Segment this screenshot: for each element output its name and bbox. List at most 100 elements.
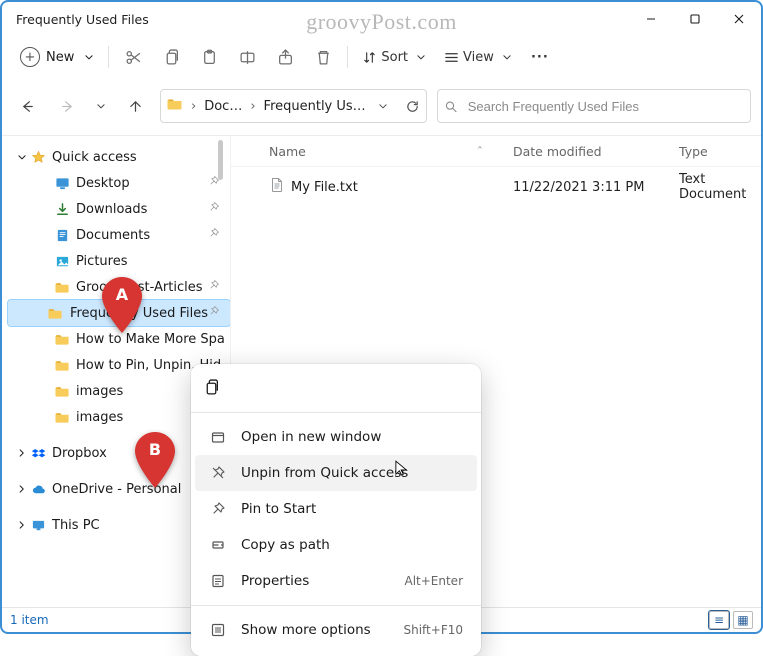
large-icons-view-icon[interactable]: ▦ — [733, 611, 753, 629]
details-view-icon[interactable]: ≡ — [709, 611, 729, 629]
delete-button[interactable] — [305, 42, 341, 72]
sidebar-item-label: images — [76, 410, 123, 425]
address-bar[interactable]: › Doc… › Frequently Us… — [160, 89, 427, 123]
sidebar-item-downloads[interactable]: Downloads — [32, 196, 230, 222]
ctx-shortcut: Alt+Enter — [404, 574, 463, 588]
status-view-icons[interactable]: ≡ ▦ — [709, 611, 753, 629]
pictures-icon — [54, 253, 70, 269]
breadcrumb-seg[interactable]: Frequently Us… — [264, 99, 366, 114]
file-date: 11/22/2021 3:11 PM — [513, 180, 679, 195]
breadcrumb-sep: › — [191, 99, 196, 114]
ctx-item-label: Unpin from Quick access — [241, 465, 408, 481]
sidebar-item-documents[interactable]: Documents — [32, 222, 230, 248]
share-button[interactable] — [267, 42, 303, 72]
ctx-unpin-quick-access[interactable]: Unpin from Quick access — [195, 455, 477, 491]
arrow-up-icon — [128, 99, 143, 114]
folder-icon — [54, 279, 70, 295]
chevron-down-icon — [84, 52, 94, 62]
sidebar-item-label: How to Make More Spa — [76, 332, 225, 347]
new-button[interactable]: + New — [12, 42, 102, 72]
recent-locations-button[interactable] — [92, 91, 110, 121]
sidebar-item-label: Documents — [76, 228, 150, 243]
col-date-label: Date modified — [513, 144, 602, 159]
sidebar-item-pictures[interactable]: Pictures — [32, 248, 230, 274]
column-headers[interactable]: Name ˆ Date modified Type — [231, 136, 761, 167]
up-button[interactable] — [120, 91, 150, 121]
file-list[interactable]: My File.txt 11/22/2021 3:11 PM Text Docu… — [231, 167, 761, 201]
forward-button[interactable] — [52, 91, 82, 121]
back-button[interactable] — [12, 91, 42, 121]
folder-icon — [54, 357, 70, 373]
ctx-copy-as-path[interactable]: Copy as path — [195, 527, 477, 563]
toolbar-divider — [347, 46, 348, 68]
breadcrumb-sep: › — [250, 99, 255, 114]
search-input[interactable] — [466, 98, 744, 115]
copy-icon[interactable] — [203, 379, 220, 400]
sort-button[interactable]: Sort — [354, 42, 434, 72]
close-button[interactable] — [717, 2, 761, 36]
pin-icon — [208, 279, 220, 295]
copy-icon — [163, 49, 180, 66]
rename-icon — [239, 49, 256, 66]
sidebar-item-label: Dropbox — [52, 446, 107, 461]
sidebar-item-label: Quick access — [52, 150, 137, 165]
minimize-button[interactable] — [629, 2, 673, 36]
chevron-right-icon — [17, 448, 27, 458]
sidebar-item-label: images — [76, 384, 123, 399]
sidebar-quick-access[interactable]: Quick access — [8, 144, 230, 170]
chevron-down-icon — [17, 152, 27, 162]
file-type: Text Document — [679, 172, 761, 202]
chevron-right-icon — [17, 484, 27, 494]
ctx-item-label: Show more options — [241, 622, 371, 638]
sidebar-item-folder[interactable]: How to Make More Spa — [32, 326, 230, 352]
sidebar-item-groovypost-articles[interactable]: GroovyPost-Articles — [32, 274, 230, 300]
monitor-icon — [30, 517, 46, 533]
refresh-icon — [405, 99, 420, 114]
cut-button[interactable] — [115, 42, 151, 72]
search-icon — [444, 99, 458, 114]
folder-icon — [167, 96, 183, 116]
copy-button[interactable] — [153, 42, 189, 72]
unpin-icon — [209, 464, 227, 482]
rename-button[interactable] — [229, 42, 265, 72]
file-name: My File.txt — [291, 180, 358, 195]
col-name[interactable]: Name ˆ — [269, 144, 513, 159]
star-icon — [30, 149, 46, 165]
pin-icon — [208, 227, 220, 243]
view-button[interactable]: View — [436, 42, 520, 72]
chevron-down-icon — [416, 52, 426, 62]
nav-row: › Doc… › Frequently Us… — [2, 79, 761, 135]
dropbox-icon — [30, 445, 46, 461]
scrollbar[interactable] — [218, 140, 223, 180]
desktop-icon — [54, 175, 70, 191]
pin-icon — [208, 305, 220, 321]
new-label: New — [46, 50, 74, 65]
sort-label: Sort — [381, 50, 408, 65]
ctx-pin-to-start[interactable]: Pin to Start — [195, 491, 477, 527]
context-menu[interactable]: Open in new window Unpin from Quick acce… — [191, 364, 481, 656]
ctx-show-more-options[interactable]: Show more options Shift+F10 — [195, 612, 477, 648]
pin-icon — [209, 500, 227, 518]
ctx-shortcut: Shift+F10 — [403, 623, 463, 637]
folder-icon — [48, 305, 64, 321]
ctx-properties[interactable]: Properties Alt+Enter — [195, 563, 477, 599]
address-chevron[interactable] — [370, 93, 396, 119]
col-date[interactable]: Date modified — [513, 144, 679, 159]
file-row[interactable]: My File.txt 11/22/2021 3:11 PM Text Docu… — [231, 173, 761, 201]
pin-icon — [208, 201, 220, 217]
command-bar: + New Sort View ··· — [2, 36, 761, 79]
more-button[interactable]: ··· — [522, 42, 558, 72]
maximize-button[interactable] — [673, 2, 717, 36]
properties-icon — [209, 572, 227, 590]
sidebar-item-label: GroovyPost-Articles — [76, 280, 203, 295]
sidebar-item-desktop[interactable]: Desktop — [32, 170, 230, 196]
col-type[interactable]: Type — [679, 144, 761, 159]
sidebar-item-frequently-used-files[interactable]: Frequently Used Files — [8, 300, 230, 326]
ctx-open-new-window[interactable]: Open in new window — [195, 419, 477, 455]
context-menu-action-row — [191, 372, 481, 406]
refresh-button[interactable] — [400, 93, 426, 119]
breadcrumb-seg[interactable]: Doc… — [204, 99, 242, 114]
chevron-down-icon — [378, 101, 388, 111]
paste-button[interactable] — [191, 42, 227, 72]
search-box[interactable] — [437, 89, 751, 123]
